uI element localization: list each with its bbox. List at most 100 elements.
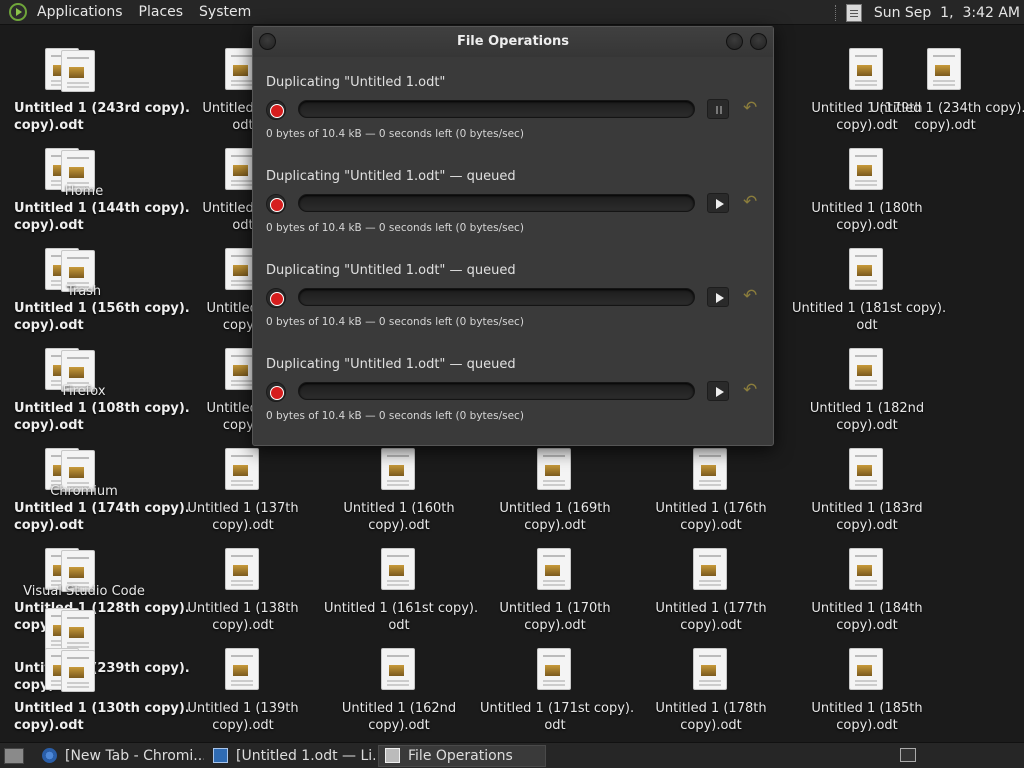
- operation-title: Duplicating "Untitled 1.odt": [266, 75, 446, 90]
- task-label: File Operations: [408, 747, 513, 764]
- desktop-icon-label: Untitled 1 (174th copy). copy).odt: [14, 501, 190, 533]
- desktop-file-icon[interactable]: Untitled 1 (139th copy).odt: [168, 648, 318, 744]
- desktop-file-icon[interactable]: Untitled 1 (182nd copy).odt: [792, 348, 942, 444]
- desktop-icon-label: Untitled 1 (162nd copy).odt: [341, 701, 457, 733]
- desktop-file-icon[interactable]: Untitled 1 (234th copy). copy).odt: [870, 48, 1024, 144]
- desktop-icon-label: Untitled 1 (161st copy). odt: [324, 601, 479, 633]
- resume-button[interactable]: [707, 193, 729, 213]
- odt-file-icon: [849, 448, 883, 490]
- operation-status: 0 bytes of 10.4 kB — 0 seconds left (0 b…: [266, 222, 524, 234]
- stop-operation-button[interactable]: [266, 382, 286, 402]
- taskbar-task[interactable]: File Operations: [378, 744, 546, 767]
- odt-file-icon: [927, 48, 961, 90]
- desktop-file-icon[interactable]: Untitled 1 (184th copy).odt: [792, 548, 942, 644]
- resume-button[interactable]: [707, 287, 729, 307]
- desktop-file-icon[interactable]: Untitled 1 (161st copy). odt: [324, 548, 479, 644]
- operation-status: 0 bytes of 10.4 kB — 0 seconds left (0 b…: [266, 410, 524, 422]
- operation-title: Duplicating "Untitled 1.odt" — queued: [266, 169, 516, 184]
- desktop-icon-label: Untitled 1 (130th copy). copy).odt: [14, 701, 190, 733]
- operation-status: 0 bytes of 10.4 kB — 0 seconds left (0 b…: [266, 128, 524, 140]
- desktop-launcher-label: Trash: [66, 284, 102, 299]
- writer-icon: [213, 748, 228, 763]
- desktop-file-icon[interactable]: Untitled 1 (180th copy).odt: [792, 148, 942, 244]
- distro-logo-icon[interactable]: [9, 3, 27, 21]
- desktop-icon-label: Untitled 1 (144th copy). copy).odt: [14, 201, 190, 233]
- window-menu-button[interactable]: [259, 33, 276, 50]
- odt-file-icon: [537, 448, 571, 490]
- desktop-icon-stack[interactable]: Untitled 1 (174th copy). copy).odt Chromi…: [14, 448, 190, 538]
- taskbar-task[interactable]: [New Tab - Chromi...: [36, 745, 204, 767]
- odt-file-icon: [693, 548, 727, 590]
- menu-system[interactable]: System: [191, 0, 259, 25]
- odt-file-icon: [849, 248, 883, 290]
- odt-file-icon: [61, 610, 95, 652]
- desktop-file-icon[interactable]: Untitled 1 (138th copy).odt: [168, 548, 318, 644]
- desktop-icon-stack[interactable]: Untitled 1 (130th copy). copy).odt: [14, 648, 190, 738]
- file-operations-icon: [385, 748, 400, 763]
- odt-file-icon: [61, 50, 95, 92]
- undo-icon[interactable]: [740, 380, 762, 401]
- stop-operation-button[interactable]: [266, 288, 286, 308]
- desktop-icon-stack[interactable]: Untitled 1 (156th copy). copy).odt Trash: [14, 248, 190, 338]
- odt-file-icon: [381, 648, 415, 690]
- odt-file-icon: [849, 148, 883, 190]
- pause-button[interactable]: [707, 99, 729, 119]
- desktop-file-icon[interactable]: Untitled 1 (162nd copy).odt: [324, 648, 474, 744]
- taskbar: [New Tab - Chromi... [Untitled 1.odt — Li…: [0, 742, 1024, 768]
- desktop-icon-label: Untitled 1 (139th copy).odt: [187, 701, 299, 733]
- minimize-button[interactable]: [726, 33, 743, 50]
- desktop-file-icon[interactable]: Untitled 1 (185th copy).odt: [792, 648, 942, 744]
- desktop-icon-label: Untitled 1 (160th copy).odt: [343, 501, 455, 533]
- desktop-icon-label: Untitled 1 (182nd copy).odt: [809, 401, 925, 433]
- odt-file-icon: [61, 650, 95, 692]
- desktop-file-icon[interactable]: Untitled 1 (170th copy).odt: [480, 548, 630, 644]
- desktop-file-icon[interactable]: Untitled 1 (137th copy).odt: [168, 448, 318, 544]
- progress-bar: [298, 194, 695, 212]
- odt-file-icon: [225, 448, 259, 490]
- odt-file-icon: [537, 648, 571, 690]
- desktop-icon-label: Untitled 1 (185th copy).odt: [811, 701, 923, 733]
- show-desktop-icon[interactable]: [4, 747, 24, 764]
- desktop-launcher-label: Visual Studio Code: [23, 584, 145, 599]
- file-operation: Duplicating "Untitled 1.odt" — queued 0 b…: [266, 263, 766, 353]
- undo-icon[interactable]: [740, 98, 762, 119]
- notes-applet-icon[interactable]: [845, 3, 862, 22]
- desktop-file-icon[interactable]: Untitled 1 (160th copy).odt: [324, 448, 474, 544]
- desktop-file-icon[interactable]: Untitled 1 (171st copy). odt: [480, 648, 634, 744]
- dialog-titlebar[interactable]: File Operations: [253, 27, 773, 57]
- menu-places[interactable]: Places: [131, 0, 192, 25]
- desktop-file-icon[interactable]: Untitled 1 (183rd copy).odt: [792, 448, 942, 544]
- desktop-file-icon[interactable]: Untitled 1 (177th copy).odt: [636, 548, 786, 644]
- desktop-icon-label: Untitled 1 (137th copy).odt: [187, 501, 299, 533]
- maximize-button[interactable]: [750, 33, 767, 50]
- panel-separator: [834, 4, 838, 21]
- desktop-file-icon[interactable]: Untitled 1 (178th copy).odt: [636, 648, 786, 744]
- desktop-file-icon[interactable]: Untitled 1 (181st copy). odt: [792, 248, 946, 344]
- menu-applications[interactable]: Applications: [29, 0, 131, 25]
- desktop-launcher-label: Firefox: [62, 384, 106, 399]
- desktop-icon-label: Untitled 1 (156th copy). copy).odt: [14, 301, 190, 333]
- desktop-icon-stack[interactable]: Untitled 1 (144th copy). copy).odt Home: [14, 148, 190, 238]
- odt-file-icon: [849, 548, 883, 590]
- undo-icon[interactable]: [740, 286, 762, 307]
- desktop-icon-label: Untitled 1 (170th copy).odt: [499, 601, 611, 633]
- odt-file-icon: [537, 548, 571, 590]
- odt-file-icon: [225, 548, 259, 590]
- desktop-file-icon[interactable]: Untitled 1 (176th copy).odt: [636, 448, 786, 544]
- workspace-switcher[interactable]: [900, 748, 916, 762]
- stop-operation-button[interactable]: [266, 100, 286, 120]
- dialog-title: File Operations: [456, 34, 570, 49]
- task-label: [New Tab - Chromi...: [65, 747, 204, 764]
- desktop-icon-stack[interactable]: Untitled 1 (243rd copy). copy).odt: [14, 48, 190, 138]
- taskbar-task[interactable]: [Untitled 1.odt — Li...: [207, 745, 375, 767]
- undo-icon[interactable]: [740, 192, 762, 213]
- desktop-launcher-label: Chromium: [50, 484, 118, 499]
- operation-title: Duplicating "Untitled 1.odt" — queued: [266, 357, 516, 372]
- desktop-icon-stack[interactable]: Untitled 1 (108th copy). copy).odt Firefo…: [14, 348, 190, 438]
- clock[interactable]: Sun Sep 1, 3:42 AM: [874, 5, 1020, 21]
- desktop-file-icon[interactable]: Untitled 1 (169th copy).odt: [480, 448, 630, 544]
- odt-file-icon: [693, 448, 727, 490]
- desktop-icon-label: Untitled 1 (184th copy).odt: [811, 601, 923, 633]
- resume-button[interactable]: [707, 381, 729, 401]
- stop-operation-button[interactable]: [266, 194, 286, 214]
